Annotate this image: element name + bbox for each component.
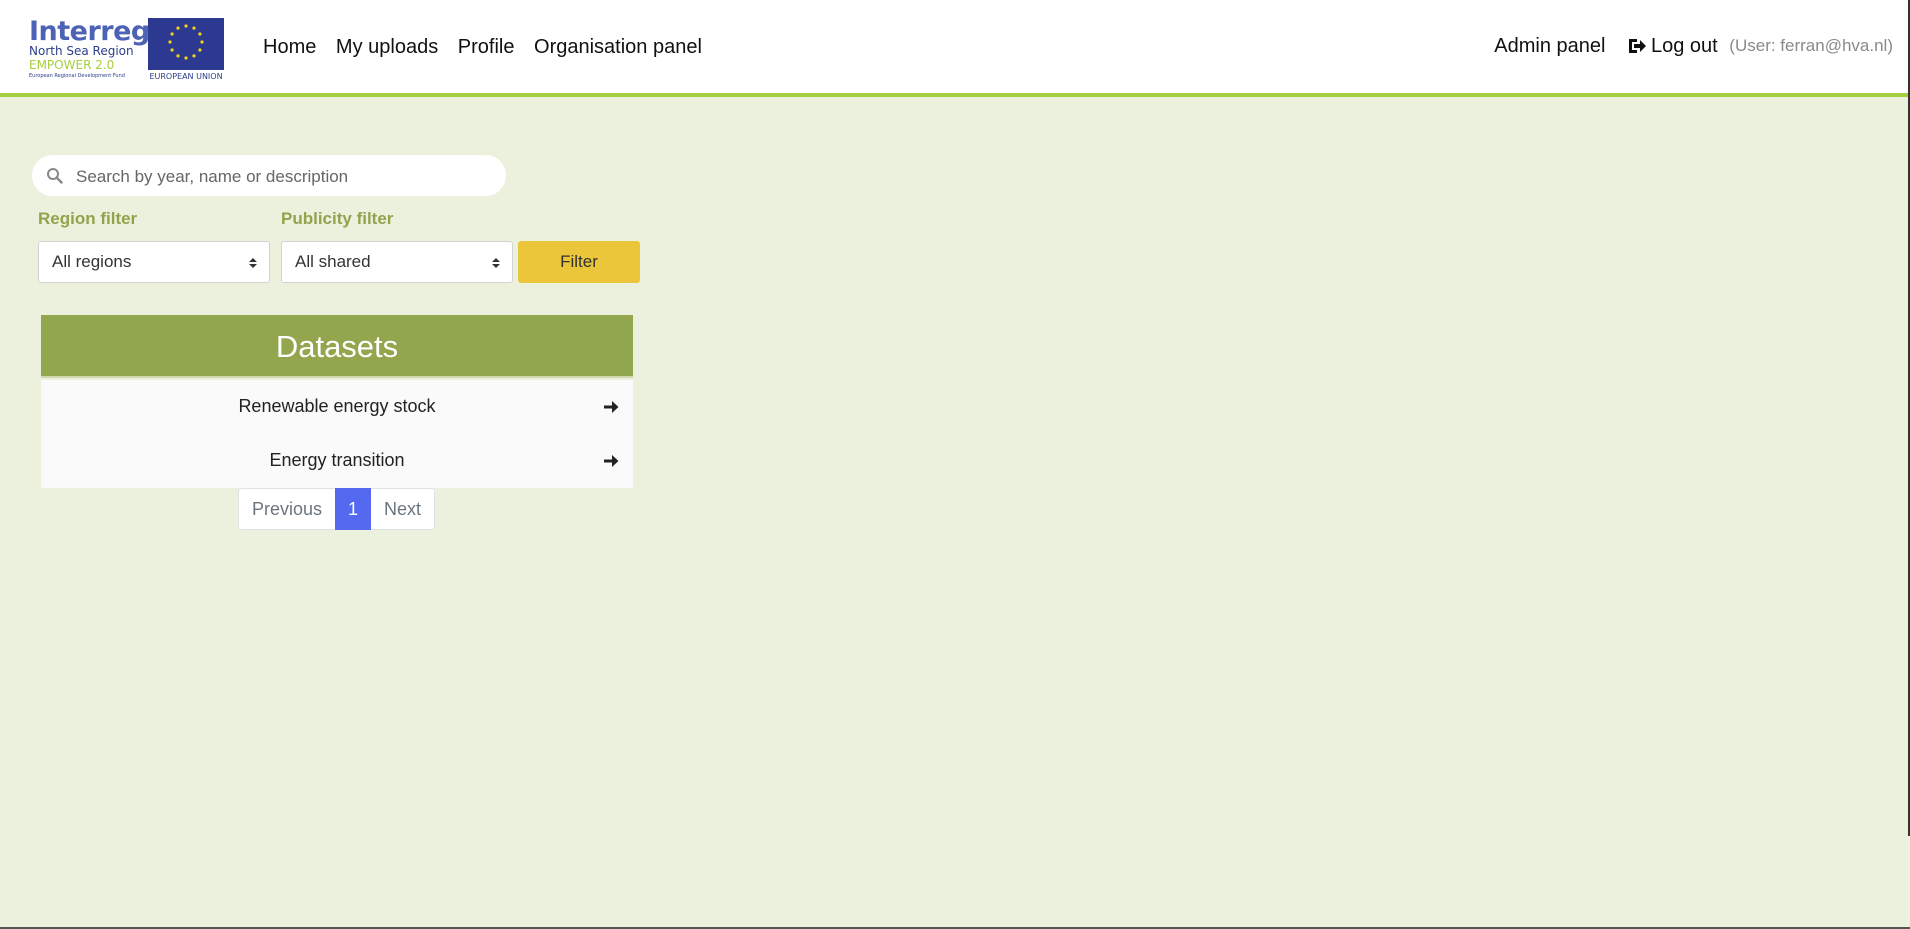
- logo-region-text: North Sea Region: [29, 44, 134, 58]
- interreg-logo[interactable]: Interreg North Sea Region EMPOWER 2.0 Eu…: [29, 16, 224, 84]
- logo-fund-text: European Regional Development Fund: [29, 73, 125, 79]
- search-icon: [47, 168, 63, 184]
- pagination-next[interactable]: Next: [371, 488, 436, 530]
- logo-interreg-text: Interreg: [29, 16, 150, 47]
- logo-program-text: EMPOWER 2.0: [29, 58, 115, 72]
- pagination-page-current[interactable]: 1: [335, 488, 372, 530]
- dataset-name: Energy transition: [269, 450, 405, 470]
- logout-link[interactable]: Log out: [1627, 35, 1723, 57]
- logout-label: Log out: [1651, 35, 1718, 57]
- logo-eu-text: EUROPEAN UNION: [149, 72, 223, 81]
- datasets-title: Datasets: [41, 315, 633, 378]
- main-nav: Home My uploads Profile Organisation pan…: [263, 36, 716, 59]
- nav-organisation-link[interactable]: Organisation panel: [534, 36, 702, 58]
- dataset-row[interactable]: Energy transition: [41, 434, 633, 488]
- nav-admin-link[interactable]: Admin panel: [1494, 35, 1605, 57]
- eu-flag-icon: [148, 18, 224, 70]
- pagination: Previous 1 Next: [238, 488, 436, 530]
- pagination-previous[interactable]: Previous: [238, 488, 336, 530]
- dataset-name: Renewable energy stock: [238, 396, 436, 416]
- select-caret-icon: [492, 258, 500, 268]
- nav-uploads-link[interactable]: My uploads: [336, 36, 438, 58]
- arrow-right-icon[interactable]: [603, 399, 619, 415]
- search-input[interactable]: [74, 155, 498, 198]
- logout-icon: [1629, 39, 1646, 53]
- nav-profile-link[interactable]: Profile: [458, 36, 515, 58]
- publicity-filter-select[interactable]: All shared: [281, 241, 513, 283]
- arrow-right-icon[interactable]: [603, 453, 619, 469]
- user-nav: Admin panel Log out (User: ferran@hva.nl…: [1494, 35, 1893, 58]
- logo-text-block: Interreg North Sea Region EMPOWER 2.0 Eu…: [29, 16, 150, 84]
- dataset-list: Renewable energy stock Energy transition: [41, 380, 633, 488]
- region-filter-value: All regions: [52, 252, 132, 271]
- dataset-row[interactable]: Renewable energy stock: [41, 380, 633, 434]
- top-navbar: Interreg North Sea Region EMPOWER 2.0 Eu…: [0, 0, 1910, 97]
- publicity-filter-value: All shared: [295, 252, 371, 271]
- select-caret-icon: [249, 258, 257, 268]
- publicity-filter-label: Publicity filter: [281, 209, 394, 228]
- current-user-label: (User: ferran@hva.nl): [1729, 36, 1893, 55]
- region-filter-select[interactable]: All regions: [38, 241, 270, 283]
- region-filter-label: Region filter: [38, 209, 138, 228]
- search-box: [32, 155, 506, 198]
- filter-button[interactable]: Filter: [518, 241, 640, 283]
- nav-home-link[interactable]: Home: [263, 36, 316, 58]
